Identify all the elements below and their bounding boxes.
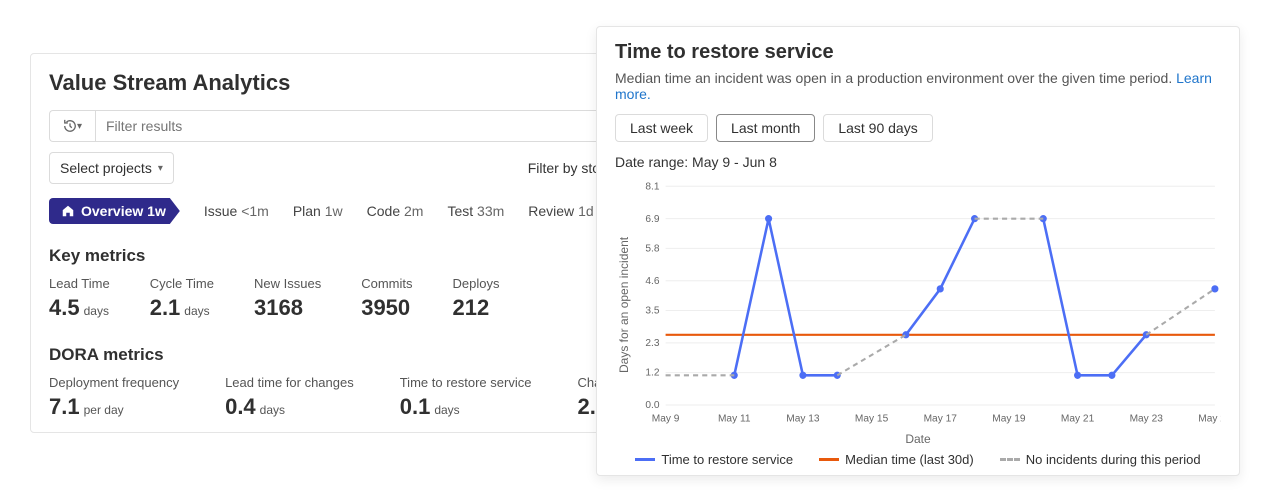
dora-metrics-row: Deployment frequency7.1per day Lead time … xyxy=(49,375,661,420)
select-projects-button[interactable]: Select projects ▾ xyxy=(49,152,174,184)
svg-text:May 19: May 19 xyxy=(992,414,1026,425)
tab-code[interactable]: Code 2m xyxy=(367,203,424,219)
svg-text:1.2: 1.2 xyxy=(645,368,659,379)
svg-text:May 9: May 9 xyxy=(652,414,680,425)
page-title: Value Stream Analytics xyxy=(49,70,661,96)
key-metrics-row: Lead Time4.5days Cycle Time2.1days New Iss… xyxy=(49,276,661,321)
legend-series: Time to restore service xyxy=(635,452,793,467)
time-to-restore-panel: Time to restore service Median time an i… xyxy=(596,26,1240,476)
svg-text:2.3: 2.3 xyxy=(645,338,659,349)
metric-lead-time-for-changes: Lead time for changes0.4days xyxy=(225,375,354,420)
legend-median: Median time (last 30d) xyxy=(819,452,974,467)
key-metrics-header: Key metrics xyxy=(49,246,661,266)
svg-text:3.5: 3.5 xyxy=(645,306,659,317)
metric-lead-time: Lead Time4.5days xyxy=(49,276,110,321)
svg-text:May 13: May 13 xyxy=(786,414,820,425)
metric-new-issues: New Issues3168 xyxy=(254,276,321,321)
history-icon xyxy=(63,119,77,133)
x-axis-label: Date xyxy=(615,432,1221,446)
chart-legend: Time to restore service Median time (las… xyxy=(615,452,1221,467)
legend-none: No incidents during this period xyxy=(1000,452,1201,467)
tab-review[interactable]: Review 1d xyxy=(528,203,593,219)
y-axis-label: Days for an open incident xyxy=(615,180,631,430)
segment-last-week[interactable]: Last week xyxy=(615,114,708,142)
value-stream-analytics-panel: Value Stream Analytics ▾ Select projects… xyxy=(30,53,680,433)
svg-text:4.6: 4.6 xyxy=(645,276,659,287)
chevron-down-icon: ▾ xyxy=(77,121,82,132)
history-button[interactable]: ▾ xyxy=(49,110,95,142)
svg-text:6.9: 6.9 xyxy=(645,214,659,225)
chart-title: Time to restore service xyxy=(615,41,1221,64)
filter-bar: ▾ xyxy=(49,110,661,142)
metric-time-to-restore-service: Time to restore service0.1days xyxy=(400,375,532,420)
dora-metrics-header: DORA metrics xyxy=(49,345,661,365)
tab-issue[interactable]: Issue <1m xyxy=(204,203,269,219)
tab-overview[interactable]: Overview 1w xyxy=(49,198,180,224)
date-range-segments: Last week Last month Last 90 days xyxy=(615,114,1221,142)
svg-text:May 15: May 15 xyxy=(855,414,889,425)
metric-cycle-time: Cycle Time2.1days xyxy=(150,276,214,321)
segment-last-90-days[interactable]: Last 90 days xyxy=(823,114,932,142)
svg-text:May 21: May 21 xyxy=(1061,414,1095,425)
svg-text:0.0: 0.0 xyxy=(645,400,659,411)
svg-text:5.8: 5.8 xyxy=(645,243,659,254)
select-projects-label: Select projects xyxy=(60,160,152,176)
svg-text:May 11: May 11 xyxy=(718,414,751,425)
filter-input[interactable] xyxy=(95,110,661,142)
tab-plan[interactable]: Plan 1w xyxy=(293,203,343,219)
svg-text:May 17: May 17 xyxy=(924,414,958,425)
svg-text:8.1: 8.1 xyxy=(645,181,659,192)
metric-deployment-frequency: Deployment frequency7.1per day xyxy=(49,375,179,420)
home-icon xyxy=(61,204,75,218)
chevron-down-icon: ▾ xyxy=(158,163,163,174)
chart-description: Median time an incident was open in a pr… xyxy=(615,70,1221,102)
metric-commits: Commits3950 xyxy=(361,276,412,321)
segment-last-month[interactable]: Last month xyxy=(716,114,815,142)
svg-text:May 25: May 25 xyxy=(1198,414,1221,425)
stage-tabs: Overview 1w Issue <1m Plan 1w Code 2m Test 3… xyxy=(49,198,661,224)
date-range-label: Date range: May 9 - Jun 8 xyxy=(615,154,1221,170)
tab-test[interactable]: Test 33m xyxy=(447,203,504,219)
chart-area: 0.0 1.2 2.3 3.5 4.6 5.8 6.9 8.1 May 9 May 11 May 1… xyxy=(631,180,1221,430)
svg-text:May 23: May 23 xyxy=(1130,414,1164,425)
metric-deploys: Deploys212 xyxy=(452,276,499,321)
